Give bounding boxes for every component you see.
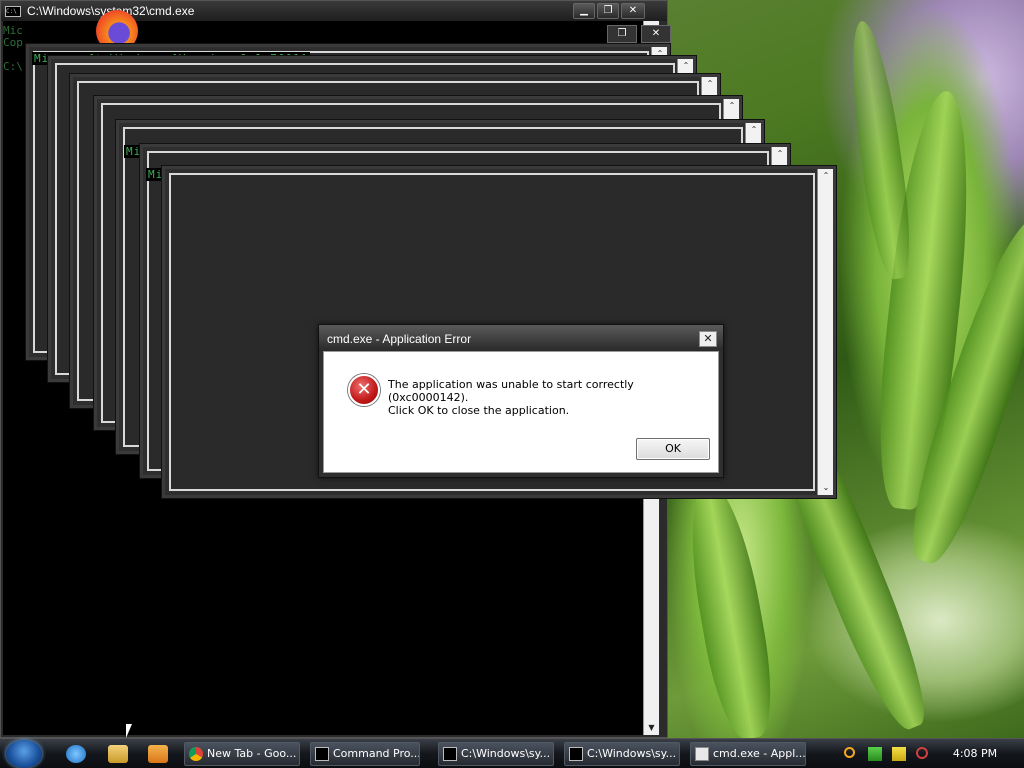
- cmd-icon: [315, 747, 329, 761]
- application-error-dialog[interactable]: cmd.exe - Application Error ✕ ✕ The appl…: [318, 324, 724, 478]
- wallpaper-leaf: [842, 18, 918, 282]
- stack-scrollbar[interactable]: ⌃ ⌄: [817, 169, 833, 495]
- taskbar-item-cmd-window[interactable]: C:\Windows\sy...: [438, 742, 554, 766]
- error-message-line: Click OK to close the application.: [388, 404, 570, 417]
- main-window-controls: ▁ ❐ ✕: [573, 3, 645, 19]
- file-explorer-icon[interactable]: [108, 745, 128, 763]
- error-message-line: The application was unable to start corr…: [388, 378, 634, 404]
- maximize-icon[interactable]: ❐: [597, 3, 619, 19]
- task-label: Command Pro...: [333, 747, 420, 760]
- windows-start-icon[interactable]: [6, 740, 42, 768]
- error-message: The application was unable to start corr…: [388, 378, 708, 417]
- cmd-icon: [443, 747, 457, 761]
- taskbar-item-command-prompt[interactable]: Command Pro...: [310, 742, 420, 766]
- scroll-up-icon[interactable]: ⌃: [702, 77, 718, 91]
- task-label: C:\Windows\sy...: [587, 747, 677, 760]
- task-label: C:\Windows\sy...: [461, 747, 551, 760]
- cmd-icon: C:\: [5, 5, 21, 17]
- task-label: cmd.exe - Appl...: [713, 747, 806, 760]
- search-icon[interactable]: [844, 747, 855, 758]
- restore-icon[interactable]: ❐: [607, 25, 637, 43]
- close-icon[interactable]: ✕: [699, 331, 717, 347]
- error-icon: ✕: [348, 374, 380, 406]
- minimize-icon[interactable]: ▁: [573, 3, 595, 19]
- app-window-icon: [695, 747, 709, 761]
- close-icon[interactable]: ✕: [641, 25, 671, 43]
- internet-explorer-icon[interactable]: [66, 745, 86, 763]
- taskbar-item-cmd-window[interactable]: C:\Windows\sy...: [564, 742, 680, 766]
- taskbar-item-app-error[interactable]: cmd.exe - Appl...: [690, 742, 806, 766]
- close-icon[interactable]: ✕: [621, 3, 645, 19]
- dialog-title: cmd.exe - Application Error: [319, 325, 723, 351]
- task-label: New Tab - Goo...: [207, 747, 297, 760]
- taskbar-item-chrome[interactable]: New Tab - Goo...: [184, 742, 300, 766]
- taskbar-clock[interactable]: 4:08 PM: [950, 747, 1000, 760]
- media-player-icon[interactable]: [148, 745, 168, 763]
- scroll-up-icon[interactable]: ⌃: [746, 123, 762, 137]
- scroll-down-icon[interactable]: ▼: [644, 721, 659, 735]
- power-icon[interactable]: [892, 747, 906, 761]
- ok-button[interactable]: OK: [636, 438, 710, 460]
- wallpaper-leaf: [677, 476, 783, 744]
- chrome-icon: [189, 747, 203, 761]
- scroll-up-icon[interactable]: ⌃: [818, 169, 834, 183]
- scroll-down-icon[interactable]: ⌄: [818, 481, 834, 495]
- cmd-icon: [569, 747, 583, 761]
- mouse-cursor-icon: [126, 724, 132, 738]
- taskbar: New Tab - Goo... Command Pro... C:\Windo…: [0, 738, 1024, 768]
- console-line: C:\: [3, 60, 23, 73]
- scroll-up-icon[interactable]: ⌃: [678, 59, 694, 73]
- scroll-up-icon[interactable]: ⌃: [772, 147, 788, 161]
- dialog-body: ✕ The application was unable to start co…: [323, 351, 719, 473]
- console-line: Cop: [3, 36, 23, 49]
- action-center-flag-icon[interactable]: [868, 747, 882, 761]
- scroll-up-icon[interactable]: ⌃: [724, 99, 740, 113]
- volume-icon[interactable]: [916, 747, 928, 759]
